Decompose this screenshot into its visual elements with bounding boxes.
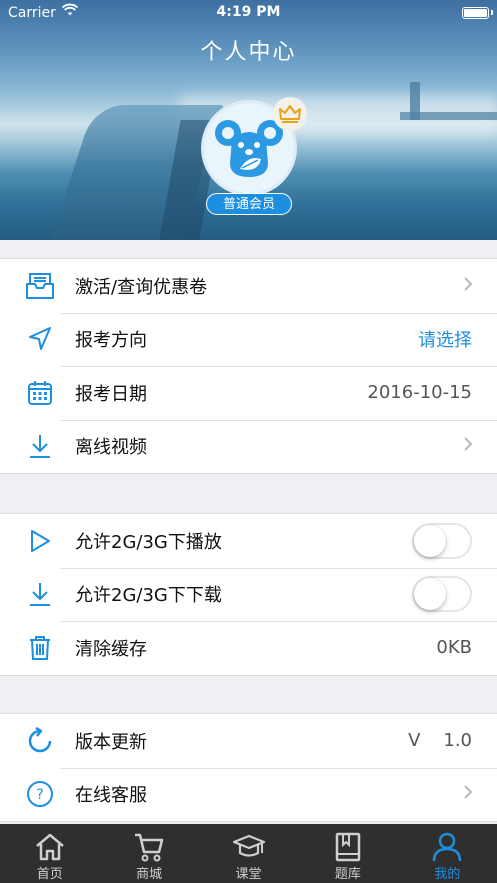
clock: 4:19 PM [216, 4, 281, 20]
chevron-right-icon [463, 276, 473, 296]
exam-date-label: 报考日期 [75, 383, 147, 405]
exam-date-row[interactable]: 报考日期 2016-10-15 [0, 366, 497, 420]
tab-shop[interactable]: 商城 [99, 824, 198, 883]
chevron-right-icon [463, 436, 473, 456]
settings-group-about: 版本更新 V 1.0 ? 在线客服 [0, 713, 497, 822]
version-update-row[interactable]: 版本更新 V 1.0 [0, 714, 497, 768]
coupon-row[interactable]: 激活/查询优惠卷 [0, 259, 497, 313]
profile-header: Carrier 4:19 PM 个人中心 普通会员 [0, 0, 497, 240]
allow-download-toggle[interactable] [412, 576, 472, 613]
play-icon [24, 525, 56, 557]
clear-cache-label: 清除缓存 [75, 638, 147, 660]
cache-size-value: 0KB [436, 637, 472, 659]
page-title: 个人中心 [200, 40, 297, 65]
version-update-label: 版本更新 [75, 731, 147, 753]
header-background-lighthouse [410, 82, 420, 120]
exam-direction-row[interactable]: 报考方向 请选择 [0, 312, 497, 367]
allow-download-row: 允许2G/3G下下载 [0, 567, 497, 622]
tab-home[interactable]: 首页 [0, 824, 99, 883]
inbox-icon [24, 270, 56, 302]
exam-date-value: 2016-10-15 [367, 382, 472, 404]
person-icon [433, 832, 462, 862]
tab-mine[interactable]: 我的 [398, 824, 497, 883]
tab-question-bank-label: 题库 [334, 867, 361, 882]
calendar-icon [24, 377, 56, 409]
online-service-row[interactable]: ? 在线客服 [0, 767, 497, 822]
battery-tip [491, 10, 493, 15]
battery-icon [462, 7, 489, 19]
member-badge: 普通会员 [206, 193, 292, 215]
help-icon: ? [24, 778, 56, 810]
graduation-cap-icon [232, 834, 265, 857]
online-service-label: 在线客服 [75, 785, 147, 807]
toggle-knob [414, 578, 446, 611]
tab-shop-label: 商城 [136, 867, 163, 882]
allow-download-label: 允许2G/3G下下载 [75, 585, 222, 607]
allow-play-toggle[interactable] [412, 522, 472, 559]
chevron-right-icon [463, 784, 473, 804]
download-icon [24, 578, 56, 610]
toggle-knob [414, 524, 446, 557]
allow-play-row: 允许2G/3G下播放 [0, 514, 497, 568]
cart-icon [135, 833, 164, 862]
version-value: V 1.0 [408, 730, 472, 752]
tab-classroom[interactable]: 课堂 [199, 824, 298, 883]
trash-icon [24, 632, 56, 664]
exam-direction-label: 报考方向 [75, 330, 147, 352]
tab-classroom-label: 课堂 [235, 867, 262, 882]
tab-bar: 首页 商城 课堂 题库 我的 [0, 824, 497, 883]
tab-mine-label: 我的 [434, 867, 461, 882]
book-icon [335, 832, 361, 862]
offline-video-row[interactable]: 离线视频 [0, 419, 497, 474]
allow-play-label: 允许2G/3G下播放 [75, 531, 222, 553]
crown-icon [273, 97, 307, 131]
settings-group-account: 激活/查询优惠卷 报考方向 请选择 报考日期 2016-10-15 离线视频 [0, 258, 497, 474]
clear-cache-row[interactable]: 清除缓存 0KB [0, 621, 497, 675]
home-icon [35, 833, 64, 861]
refresh-icon [24, 725, 56, 757]
tab-question-bank[interactable]: 题库 [298, 824, 397, 883]
download-icon [24, 430, 56, 462]
svg-text:?: ? [36, 787, 43, 803]
offline-video-label: 离线视频 [75, 437, 147, 459]
location-arrow-icon [24, 323, 56, 355]
coupon-label: 激活/查询优惠卷 [75, 276, 208, 298]
tab-home-label: 首页 [36, 867, 63, 882]
settings-group-network: 允许2G/3G下播放 允许2G/3G下下载 清除缓存 0KB [0, 513, 497, 676]
exam-direction-value[interactable]: 请选择 [418, 326, 472, 352]
status-bar: Carrier 4:19 PM [0, 0, 497, 26]
